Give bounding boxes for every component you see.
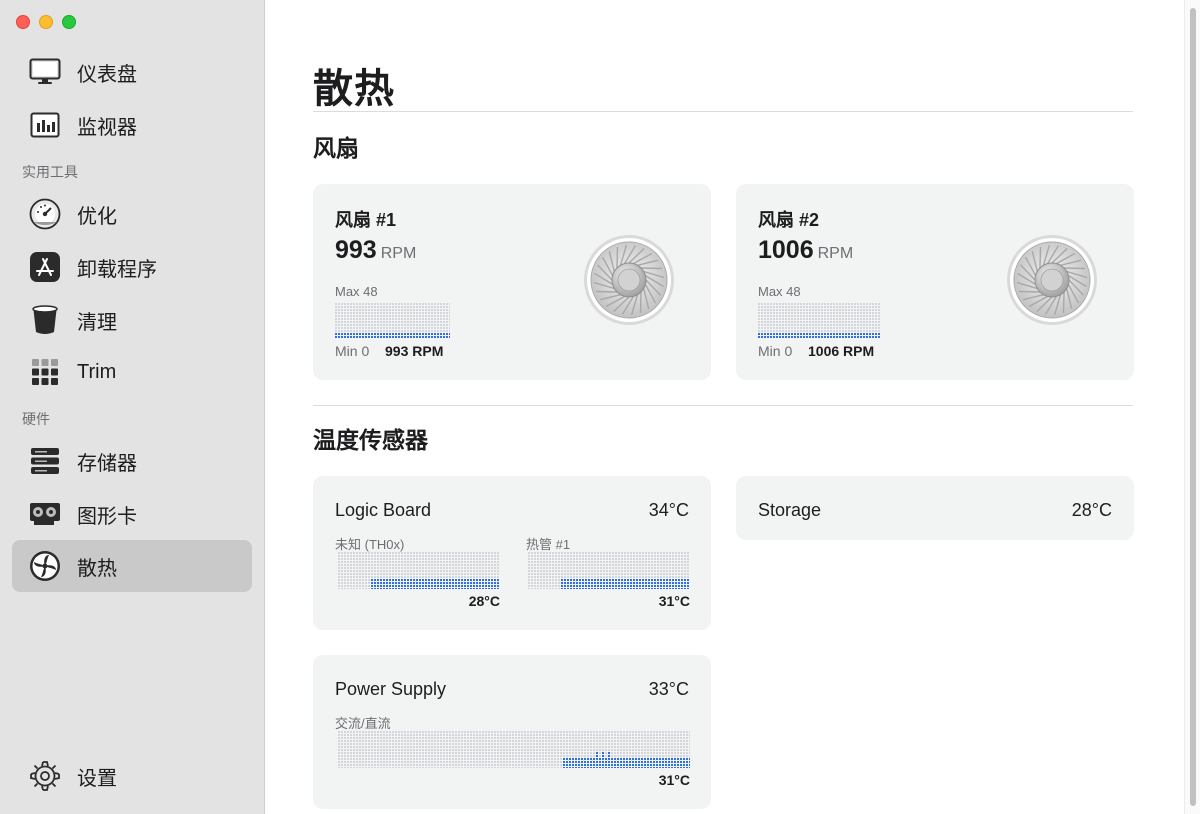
sidebar-item-storage[interactable]: 存储器 xyxy=(12,435,252,487)
section-title-temperature: 温度传感器 xyxy=(313,427,428,453)
sidebar-item-label: 设置 xyxy=(77,767,117,790)
trash-can-icon xyxy=(28,303,62,337)
fan-icon xyxy=(1006,234,1098,326)
fan-max-label: Max 48 xyxy=(758,284,801,299)
sensor-temperature: 28°C xyxy=(468,593,500,609)
fan-current-rpm: 993 RPM xyxy=(385,343,444,359)
sidebar-item-label: 仪表盘 xyxy=(77,63,137,86)
sensor-temperature: 31°C xyxy=(658,593,690,609)
temperature-card-storage: Storage 28°C xyxy=(736,476,1134,540)
grid-icon xyxy=(28,355,62,389)
sidebar-item-uninstaller[interactable]: 卸载程序 xyxy=(12,241,252,293)
sensor-label: 未知 (TH0x) xyxy=(335,537,405,552)
fan-card: 风扇 #1 993 RPM Max 48 Min 0 993 RPM xyxy=(313,184,711,380)
sensor-group-temperature: 33°C xyxy=(648,679,689,699)
fan-icon xyxy=(583,234,675,326)
sidebar-item-graphics[interactable]: 图形卡 xyxy=(12,488,252,540)
sidebar-item-label: 卸载程序 xyxy=(77,258,157,281)
app-store-icon xyxy=(28,250,62,284)
page-title: 散热 xyxy=(313,67,395,111)
sidebar: 仪表盘 监视器 实用工具 优化 卸载程序 清理 Trim 硬件 存储器 图形卡 … xyxy=(0,0,265,814)
fan-rpm: 993 RPM xyxy=(335,236,417,264)
fan-speed-chart xyxy=(335,303,451,339)
sensor-group-name: Power Supply xyxy=(335,679,447,699)
sidebar-item-label: 优化 xyxy=(77,205,117,228)
bar-chart-icon xyxy=(28,108,62,142)
close-window-button[interactable] xyxy=(16,15,30,29)
main-content: 散热 风扇 风扇 #1 993 RPM Max 48 Min 0 993 RPM … xyxy=(265,0,1200,814)
sidebar-item-label: 散热 xyxy=(77,557,117,580)
section-label-utilities: 实用工具 xyxy=(22,164,78,180)
sidebar-item-label: 监视器 xyxy=(77,116,137,139)
gear-icon xyxy=(28,759,62,793)
sensor-history-chart xyxy=(528,552,690,590)
sidebar-item-optimize[interactable]: 优化 xyxy=(12,188,252,240)
graphics-card-icon xyxy=(28,497,62,531)
section-label-hardware: 硬件 xyxy=(22,411,50,427)
fan-current-rpm: 1006 RPM xyxy=(808,343,875,359)
sidebar-item-label: Trim xyxy=(77,360,117,383)
divider xyxy=(313,111,1133,112)
server-stack-icon xyxy=(28,444,62,478)
scrollbar-thumb[interactable] xyxy=(1190,8,1196,806)
sidebar-item-trim[interactable]: Trim xyxy=(12,346,252,398)
sidebar-item-monitor[interactable]: 监视器 xyxy=(12,99,252,151)
sensor-group-temperature: 28°C xyxy=(1071,500,1112,520)
fan-name: 风扇 #1 xyxy=(335,210,397,230)
window-controls xyxy=(16,15,76,29)
sensor-group-name: Logic Board xyxy=(335,500,432,520)
temperature-card-power-supply: Power Supply 33°C 交流/直流 31°C xyxy=(313,655,711,809)
sensor-history-chart xyxy=(338,731,691,769)
sidebar-item-label: 存储器 xyxy=(77,452,137,475)
fan-name: 风扇 #2 xyxy=(758,210,820,230)
sensor-group-name: Storage xyxy=(758,500,822,520)
sensor-label: 交流/直流 xyxy=(335,716,391,731)
temperature-card-logic-board: Logic Board 34°C 未知 (TH0x) 28°C 热管 #1 31… xyxy=(313,476,711,630)
zoom-window-button[interactable] xyxy=(62,15,76,29)
sensor-history-chart xyxy=(338,552,500,590)
section-title-fans: 风扇 xyxy=(313,135,359,161)
scrollbar[interactable] xyxy=(1184,0,1200,814)
fan-rpm: 1006 RPM xyxy=(758,236,854,264)
minimize-window-button[interactable] xyxy=(39,15,53,29)
sidebar-item-label: 图形卡 xyxy=(77,505,137,528)
fan-icon xyxy=(28,549,62,583)
sensor-label: 热管 #1 xyxy=(526,537,571,552)
fan-min-label: Min 0 xyxy=(335,343,370,359)
sidebar-item-dashboard[interactable]: 仪表盘 xyxy=(12,46,252,98)
divider xyxy=(313,405,1133,406)
sensor-temperature: 31°C xyxy=(658,772,690,788)
fan-speed-chart xyxy=(758,303,880,339)
sensor-group-temperature: 34°C xyxy=(648,500,689,520)
fan-min-label: Min 0 xyxy=(758,343,793,359)
sidebar-item-settings[interactable]: 设置 xyxy=(12,750,252,802)
fan-max-label: Max 48 xyxy=(335,284,378,299)
gauge-icon xyxy=(28,197,62,231)
fan-card: 风扇 #2 1006 RPM Max 48 Min 0 1006 RPM xyxy=(736,184,1134,380)
monitor-icon xyxy=(28,55,62,89)
sidebar-item-cleanup[interactable]: 清理 xyxy=(12,294,252,346)
app-window: 仪表盘 监视器 实用工具 优化 卸载程序 清理 Trim 硬件 存储器 图形卡 … xyxy=(0,0,1200,814)
sidebar-item-label: 清理 xyxy=(77,311,117,334)
sidebar-item-cooling[interactable]: 散热 xyxy=(12,540,252,592)
